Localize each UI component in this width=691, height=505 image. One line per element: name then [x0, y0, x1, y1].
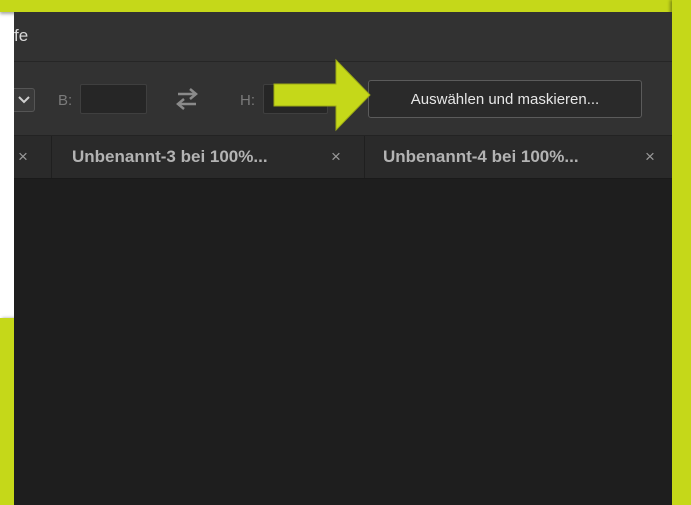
document-canvas-area — [14, 179, 672, 505]
tab-unbenannt-4[interactable]: Unbenannt-4 bei 100%... × — [365, 136, 672, 178]
tab-close-icon[interactable]: × — [18, 147, 28, 167]
tab-label: Unbenannt-3 bei 100%... — [72, 147, 268, 166]
chevron-down-icon — [18, 96, 30, 104]
tab-close-icon[interactable]: × — [331, 147, 341, 167]
style-dropdown[interactable] — [14, 88, 35, 112]
highlight-frame-right — [672, 0, 691, 505]
menu-item-help[interactable]: fe — [14, 26, 28, 46]
width-label: B: — [58, 92, 73, 109]
highlight-frame-top — [0, 0, 691, 12]
height-label: H: — [240, 92, 255, 109]
pointer-arrow-icon — [273, 58, 371, 132]
menu-bar: fe — [14, 12, 672, 62]
document-tab-bar: × Unbenannt-3 bei 100%... × Unbenannt-4 … — [14, 136, 672, 179]
tab-close-icon[interactable]: × — [645, 147, 655, 167]
highlight-frame-left — [0, 318, 14, 505]
tab-document-2[interactable]: × — [14, 136, 52, 178]
tab-unbenannt-3[interactable]: Unbenannt-3 bei 100%... × — [52, 136, 365, 178]
swap-icon[interactable] — [172, 88, 202, 110]
tab-label: Unbenannt-4 bei 100%... — [383, 147, 579, 166]
width-input[interactable] — [80, 84, 147, 114]
select-and-mask-button[interactable]: Auswählen und maskieren... — [368, 80, 642, 118]
